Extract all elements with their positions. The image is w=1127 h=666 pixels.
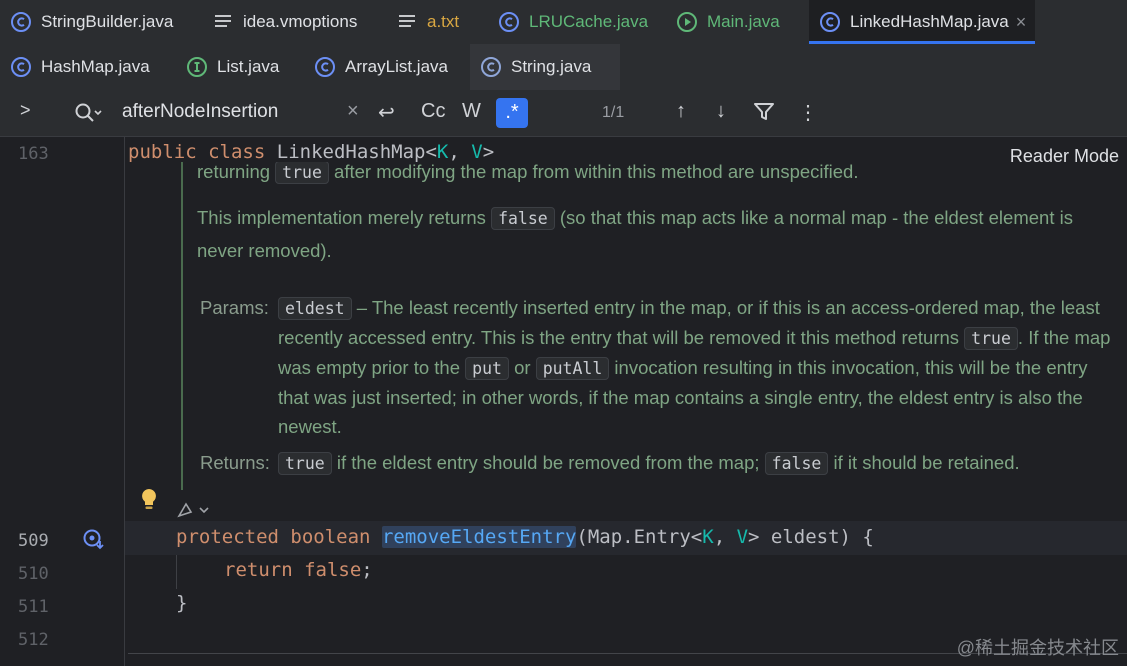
punct: > bbox=[482, 141, 495, 163]
clear-search-button[interactable]: × bbox=[347, 100, 359, 123]
keyword: public bbox=[128, 141, 197, 163]
tab-label: HashMap.java bbox=[41, 57, 150, 76]
class-icon bbox=[480, 56, 502, 78]
runnable-class-icon bbox=[676, 11, 698, 33]
ai-assistant-icon[interactable] bbox=[176, 500, 210, 525]
params-label: Params: bbox=[200, 297, 269, 318]
text-file-icon bbox=[212, 11, 234, 33]
line-number: 163 bbox=[18, 144, 49, 164]
punct: , bbox=[448, 141, 472, 163]
overrides-method-icon[interactable] bbox=[82, 528, 108, 555]
class-icon bbox=[314, 56, 336, 78]
tab-idea-vmoptions[interactable]: idea.vmoptions bbox=[202, 0, 382, 44]
class-icon bbox=[498, 11, 520, 33]
search-input[interactable]: afterNodeInsertion bbox=[122, 101, 278, 123]
search-icon[interactable] bbox=[74, 102, 102, 130]
tab-arraylist[interactable]: ArrayList.java bbox=[304, 44, 464, 90]
tab-string[interactable]: String.java bbox=[470, 44, 620, 90]
doc-paragraph: This implementation merely returns false… bbox=[197, 207, 1073, 261]
tab-a-txt[interactable]: a.txt bbox=[386, 0, 486, 44]
line-number: 511 bbox=[18, 597, 49, 617]
match-count: 1/1 bbox=[602, 104, 625, 121]
code-line-509[interactable]: protected boolean removeEldestEntry(Map.… bbox=[176, 526, 874, 548]
type-param: V bbox=[471, 141, 483, 163]
more-options-button[interactable]: ⋮ bbox=[798, 100, 818, 125]
returns-description: true if the eldest entry should be remov… bbox=[278, 448, 1127, 478]
params-description: eldest – The least recently inserted ent… bbox=[278, 297, 1111, 437]
code-editor[interactable]: 163 public class LinkedHashMap<K, V> Rea… bbox=[0, 136, 1127, 666]
indent-guide bbox=[176, 555, 177, 589]
text-file-icon bbox=[396, 11, 418, 33]
code-line-511[interactable]: } bbox=[176, 592, 187, 614]
previous-occurrence-button[interactable]: ↑ bbox=[676, 100, 686, 123]
tab-label: StringBuilder.java bbox=[41, 12, 174, 31]
tab-lrucache[interactable]: LRUCache.java bbox=[488, 0, 654, 44]
keyword: class bbox=[208, 141, 266, 163]
line-number: 512 bbox=[18, 630, 49, 650]
find-bar: > afterNodeInsertion × ↩ Cc W .* 1/1 ↑ ↓… bbox=[0, 90, 1127, 137]
line-number: 510 bbox=[18, 564, 49, 584]
regex-button[interactable]: .* bbox=[496, 98, 528, 128]
tab-hashmap[interactable]: HashMap.java bbox=[0, 44, 164, 90]
sticky-class-header[interactable]: public class LinkedHashMap<K, V> bbox=[128, 141, 494, 163]
tab-label: idea.vmoptions bbox=[243, 12, 358, 31]
class-name: LinkedHashMap bbox=[276, 141, 426, 163]
lightbulb-icon[interactable] bbox=[140, 488, 158, 517]
class-icon bbox=[819, 11, 841, 33]
close-icon[interactable]: × bbox=[1016, 12, 1027, 33]
next-occurrence-button[interactable]: ↓ bbox=[716, 100, 726, 123]
rendered-javadoc: returning true after modifying the map f… bbox=[181, 162, 1127, 490]
tab-label: List.java bbox=[217, 57, 280, 76]
tab-list[interactable]: List.java bbox=[176, 44, 294, 90]
returns-label: Returns: bbox=[200, 452, 270, 473]
whole-words-button[interactable]: W bbox=[462, 100, 481, 123]
match-case-button[interactable]: Cc bbox=[421, 100, 445, 123]
doc-left-bar bbox=[181, 162, 183, 490]
tab-label: a.txt bbox=[427, 12, 460, 31]
tab-label: String.java bbox=[511, 57, 592, 76]
code-line-510[interactable]: return false; bbox=[224, 559, 373, 581]
editor-tabs-row-1: StringBuilder.java idea.vmoptions a.txt … bbox=[0, 0, 1127, 45]
tab-label: Main.java bbox=[707, 12, 780, 31]
expand-replace-button[interactable]: > bbox=[20, 100, 31, 121]
tab-label: ArrayList.java bbox=[345, 57, 448, 76]
editor-tabs-row-2: HashMap.java List.java ArrayList.java St… bbox=[0, 44, 1127, 91]
gutter-separator bbox=[124, 136, 125, 666]
watermark: @稀土掘金技术社区 bbox=[956, 638, 1119, 658]
tab-main[interactable]: Main.java bbox=[666, 0, 806, 44]
tab-stringbuilder[interactable]: StringBuilder.java bbox=[0, 0, 188, 44]
tab-linkedhashmap[interactable]: LinkedHashMap.java × bbox=[809, 0, 1035, 44]
class-icon bbox=[10, 11, 32, 33]
doc-line: returning true after modifying the map f… bbox=[197, 162, 859, 184]
line-number: 509 bbox=[18, 531, 49, 551]
interface-icon bbox=[186, 56, 208, 78]
punct: < bbox=[425, 141, 437, 163]
type-param: K bbox=[436, 141, 449, 163]
tab-label: LRUCache.java bbox=[529, 12, 649, 31]
tab-label: LinkedHashMap.java bbox=[850, 12, 1009, 31]
filter-icon[interactable] bbox=[753, 101, 775, 129]
class-icon bbox=[10, 56, 32, 78]
new-line-button[interactable]: ↩ bbox=[378, 100, 395, 125]
method-name[interactable]: removeEldestEntry bbox=[381, 526, 577, 548]
